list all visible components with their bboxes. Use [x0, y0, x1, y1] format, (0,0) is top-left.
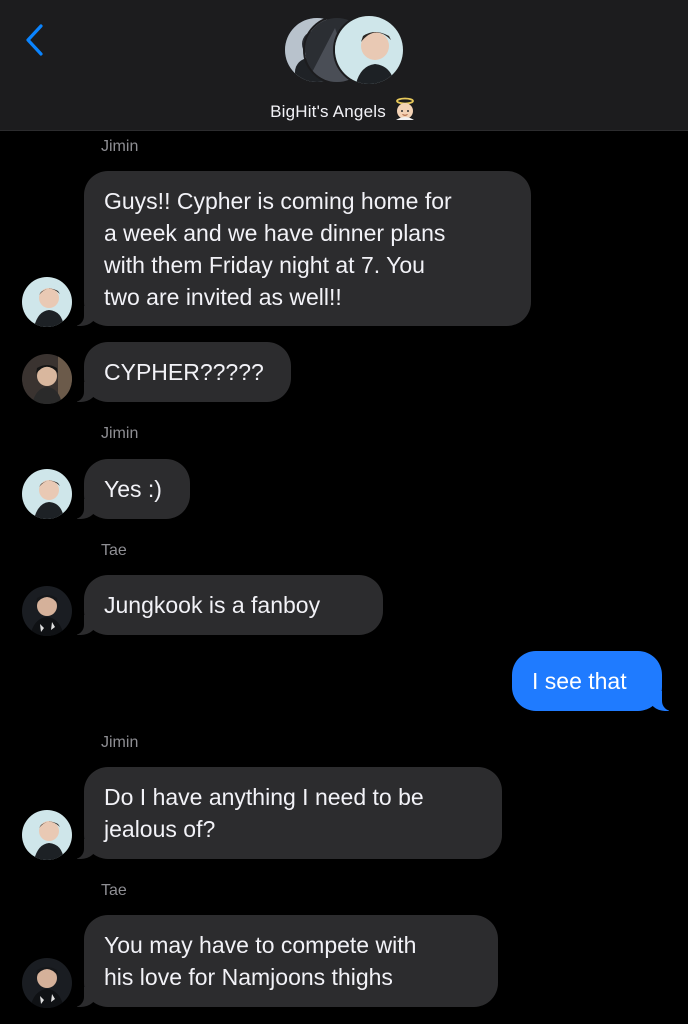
message-bubble-incoming[interactable]: Yes :)	[72, 459, 190, 519]
messages-screen: BigHit's Angels Jimin Guys!! Cypher is c…	[0, 0, 688, 1024]
message-bubble-outgoing[interactable]: I see that	[512, 651, 674, 711]
group-title: BigHit's Angels	[270, 102, 386, 121]
group-avatar-3	[333, 14, 405, 86]
message-bubble-incoming[interactable]: Guys!! Cypher is coming home for a week …	[72, 171, 531, 326]
jimin-avatar[interactable]	[22, 810, 72, 860]
tae-avatar[interactable]	[22, 586, 72, 636]
group-title-row[interactable]: BigHit's Angels	[0, 96, 688, 127]
sender-name: Jimin	[101, 734, 139, 751]
message-bubble-incoming[interactable]: You may have to compete with his love fo…	[72, 915, 498, 1007]
jungkook-avatar[interactable]	[22, 354, 72, 404]
sender-name: Jimin	[101, 425, 139, 442]
conversation-header: BigHit's Angels	[0, 0, 688, 131]
group-avatar-stack[interactable]	[283, 14, 407, 88]
chevron-left-icon	[26, 24, 43, 56]
sender-name: Tae	[101, 882, 127, 899]
sender-name: Tae	[101, 542, 127, 559]
message-bubble-incoming[interactable]: Do I have anything I need to be jealous …	[72, 767, 502, 859]
message-bubble-incoming[interactable]: Jungkook is a fanboy	[72, 575, 383, 635]
baby-angel-emoji-icon	[392, 96, 418, 127]
message-bubble-incoming[interactable]: CYPHER?????	[72, 342, 291, 402]
jimin-avatar[interactable]	[22, 277, 72, 327]
back-button[interactable]	[18, 20, 52, 60]
jimin-avatar[interactable]	[22, 469, 72, 519]
tae-avatar[interactable]	[22, 958, 72, 1008]
sender-name: Jimin	[101, 138, 139, 155]
